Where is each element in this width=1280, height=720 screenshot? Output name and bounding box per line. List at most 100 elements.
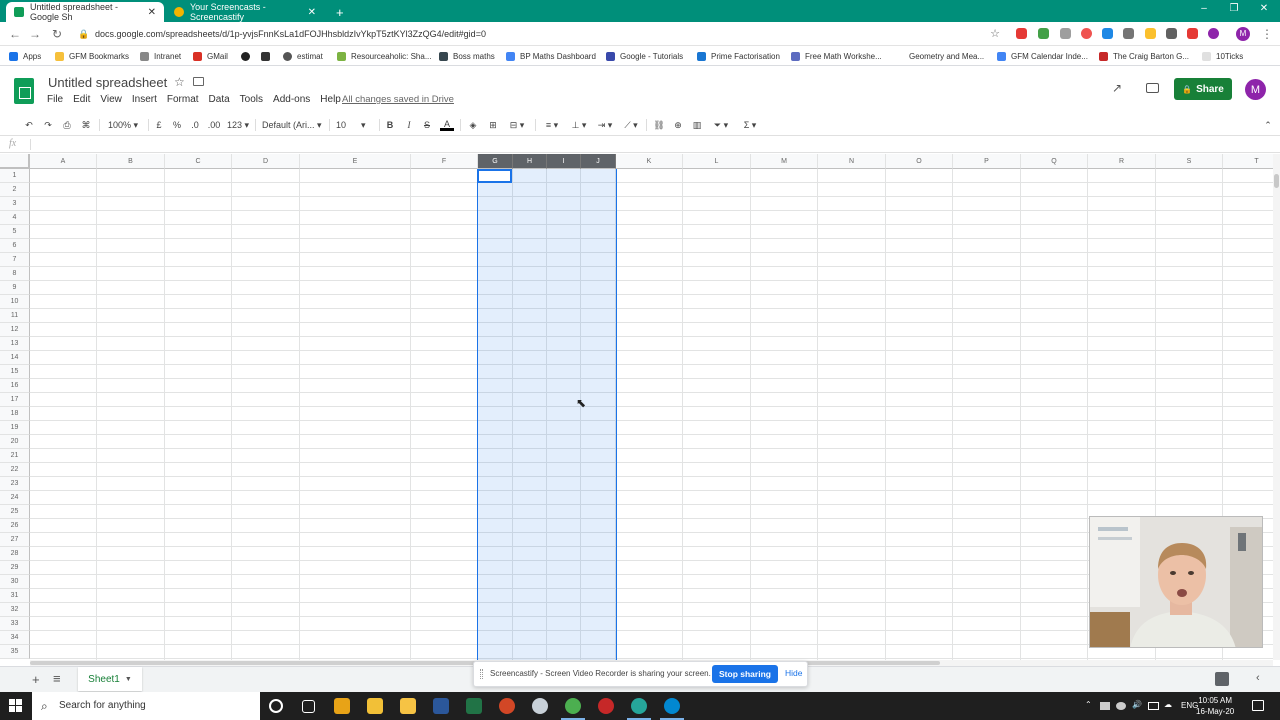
menu-file[interactable]: File [42,94,68,105]
row-header-14[interactable]: 14 [0,351,30,365]
row-header-1[interactable]: 1 [0,169,30,183]
row-header-13[interactable]: 13 [0,337,30,351]
minimize-icon[interactable]: – [1196,3,1212,14]
browser-menu-icon[interactable]: ⋮ [1260,27,1274,41]
currency-format-button[interactable]: £ [153,118,165,132]
taskbar-search-box[interactable]: ⌕ Search for anything [32,692,260,720]
bookmark-resourceaholic[interactable]: Resourceaholic: Sha... [337,50,432,62]
font-size-select[interactable]: 10 ▾ [336,118,374,132]
bookmark-gfm-calendar[interactable]: GFM Calendar Inde... [997,50,1088,62]
vertical-scroll-thumb[interactable] [1274,174,1279,188]
undo-icon[interactable]: ↶ [22,118,36,132]
column-header-i[interactable]: I [547,154,581,169]
menu-insert[interactable]: Insert [127,94,162,105]
bold-button[interactable]: B [384,118,396,132]
column-header-a[interactable]: A [30,154,97,169]
column-header-k[interactable]: K [616,154,683,169]
tab-screencastify[interactable]: Your Screencasts - Screencastify ✕ [166,2,324,22]
vertical-align-icon[interactable]: ⊥ ▾ [568,118,590,132]
italic-button[interactable]: I [403,118,415,132]
insert-link-icon[interactable]: ⛓ [652,118,666,132]
row-header-34[interactable]: 34 [0,631,30,645]
menu-edit[interactable]: Edit [68,94,95,105]
side-panel-toggle-icon[interactable]: ‹ [1256,672,1260,684]
menu-view[interactable]: View [95,94,127,105]
forward-icon[interactable]: → [28,27,42,41]
vertical-scrollbar[interactable] [1273,154,1280,660]
insert-comment-icon[interactable]: ⊕ [671,118,685,132]
menu-format[interactable]: Format [162,94,204,105]
text-color-button[interactable]: A [440,118,454,131]
column-header-n[interactable]: N [818,154,886,169]
row-header-3[interactable]: 3 [0,197,30,211]
chevron-down-icon[interactable]: ▼ [125,676,132,683]
fill-color-icon[interactable]: ◈ [466,118,480,132]
sheets-logo-icon[interactable] [14,78,34,104]
bookmark-free-math[interactable]: Free Math Workshe... [791,50,882,62]
row-header-30[interactable]: 30 [0,575,30,589]
row-header-15[interactable]: 15 [0,365,30,379]
row-header-23[interactable]: 23 [0,477,30,491]
row-header-19[interactable]: 19 [0,421,30,435]
row-header-4[interactable]: 4 [0,211,30,225]
text-wrap-icon[interactable]: ⇥ ▾ [594,118,616,132]
extension-icon[interactable] [1016,28,1027,39]
bookmark-prime[interactable]: Prime Factorisation [697,50,780,62]
bookmark-apps[interactable]: Apps [9,50,41,62]
row-header-28[interactable]: 28 [0,547,30,561]
column-header-l[interactable]: L [683,154,751,169]
system-clock[interactable]: 10:05 AM 16-May-20 [1196,695,1234,717]
bookmark-boss-maths[interactable]: Boss maths [439,50,495,62]
move-to-folder-icon[interactable] [193,77,204,86]
merge-cells-icon[interactable]: ⊟ ▾ [505,118,529,132]
recorder-icon[interactable] [598,698,614,714]
bookmark-google-tutorials[interactable]: Google - Tutorials [606,50,683,62]
store-icon[interactable] [367,698,383,714]
functions-button[interactable]: Σ ▾ [738,118,762,132]
more-formats-button[interactable]: 123 ▾ [225,118,251,132]
borders-icon[interactable]: ⊞ [486,118,500,132]
column-header-f[interactable]: F [411,154,478,169]
font-select[interactable]: Default (Ari... ▾ [262,118,324,132]
row-header-18[interactable]: 18 [0,407,30,421]
hide-button[interactable]: Hide [785,668,802,678]
new-tab-button[interactable]: + [328,2,350,22]
volume-icon[interactable]: 🔊 [1132,700,1142,709]
percent-format-button[interactable]: % [171,118,183,132]
row-header-20[interactable]: 20 [0,435,30,449]
menu-tools[interactable]: Tools [235,94,268,105]
tray-app-icon[interactable] [1100,702,1110,710]
back-icon[interactable]: ← [8,27,22,41]
paint-format-icon[interactable]: ⌘ [79,118,93,132]
extension-icon[interactable] [1208,28,1219,39]
excel-icon[interactable] [466,698,482,714]
windows-start-icon[interactable] [9,699,23,713]
column-header-g[interactable]: G [478,154,513,169]
row-header-22[interactable]: 22 [0,463,30,477]
row-header-12[interactable]: 12 [0,323,30,337]
bookmark-craig-barton[interactable]: The Craig Barton G... [1099,50,1189,62]
row-header-7[interactable]: 7 [0,253,30,267]
extension-icon[interactable] [1187,28,1198,39]
extension-icon[interactable] [1102,28,1113,39]
row-header-11[interactable]: 11 [0,309,30,323]
account-avatar[interactable]: M [1245,79,1266,100]
skype-icon[interactable] [660,698,684,720]
row-header-21[interactable]: 21 [0,449,30,463]
column-header-q[interactable]: Q [1021,154,1088,169]
bookmark-star-icon[interactable]: ☆ [988,27,1002,40]
bookmark-circle[interactable] [241,50,255,62]
row-header-10[interactable]: 10 [0,295,30,309]
window-close-icon[interactable]: ✕ [1256,3,1272,14]
explore-icon[interactable] [1215,672,1229,686]
column-header-e[interactable]: E [300,154,411,169]
bookmark-10ticks[interactable]: 10Ticks [1202,50,1243,62]
row-header-17[interactable]: 17 [0,393,30,407]
text-rotation-icon[interactable]: ⟋ ▾ [620,118,642,132]
column-header-h[interactable]: H [513,154,547,169]
restore-icon[interactable]: ❐ [1226,3,1242,14]
row-header-24[interactable]: 24 [0,491,30,505]
row-header-27[interactable]: 27 [0,533,30,547]
drag-handle-icon[interactable] [480,669,483,679]
column-header-s[interactable]: S [1156,154,1223,169]
